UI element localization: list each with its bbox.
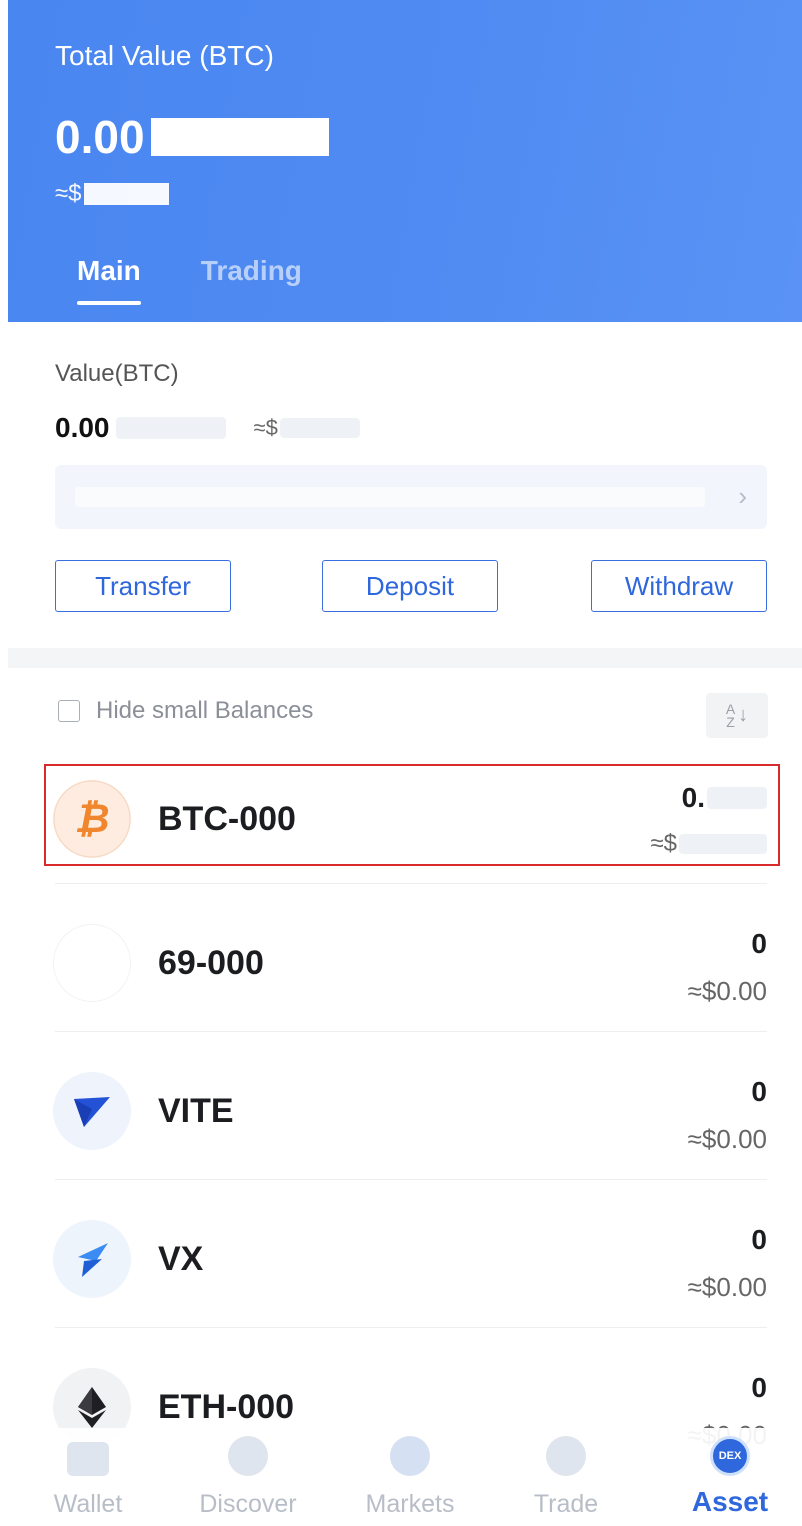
tab-asset[interactable]: DEX Asset [660,1436,800,1518]
asset-name: ETH-000 [158,1388,295,1426]
asset-amount: 0 [751,1076,767,1107]
list-item-vx[interactable]: VX 0 ≈$0.00 [0,1198,802,1328]
chevron-right-icon: › [738,481,747,511]
hide-small-balances[interactable]: Hide small Balances [58,697,313,725]
transfer-button[interactable]: Transfer [55,560,231,612]
row-divider [55,883,767,884]
redacted-usd [83,183,169,205]
tab-discover-label: Discover [199,1490,297,1518]
vx-icon [53,1220,131,1298]
sub-usd-prefix: ≈$ [253,415,278,440]
notice-text-placeholder [75,487,705,507]
tab-markets[interactable]: Markets [340,1436,480,1519]
tab-trading[interactable]: Trading [201,255,302,305]
list-item-vite[interactable]: VITE 0 ≈$0.00 [0,1050,802,1180]
sub-usd-value: ≈$ [254,415,360,441]
total-value-title: Total Value (BTC) [55,40,274,71]
withdraw-button[interactable]: Withdraw [591,560,767,612]
dex-icon: DEX [710,1436,750,1476]
tab-discover[interactable]: Discover [178,1436,318,1519]
notice-banner[interactable]: › [55,465,767,529]
total-usd-prefix: ≈$ [55,180,82,207]
tab-markets-label: Markets [365,1490,455,1518]
redacted-sub-value [115,417,226,439]
asset-amount: 0 [751,1224,767,1255]
vite-icon [53,1072,131,1150]
bottom-tab-bar: Wallet Discover Markets Trade DEX Asset [0,1428,802,1526]
tab-wallet-label: Wallet [53,1490,123,1518]
highlight-box [44,764,780,866]
list-item-69[interactable]: 69-000 0 ≈$0.00 [0,902,802,1032]
wallet-icon [67,1442,109,1476]
sort-az-icon[interactable]: AZ ↓ [706,693,768,738]
redacted-value [150,118,329,156]
total-usd-value: ≈$ [55,180,169,208]
asset-usd: ≈$0.00 [687,1272,767,1302]
sub-value-row: 0.00 ≈$ [55,412,360,444]
planet-icon [228,1436,268,1476]
row-divider [55,1031,767,1032]
deposit-button[interactable]: Deposit [322,560,498,612]
sub-value-label: Value(BTC) [55,360,179,387]
sub-value-number: 0.00 [55,412,110,443]
redacted-sub-usd [279,418,360,438]
asset-usd: ≈$0.00 [687,976,767,1006]
asset-name: VITE [158,1092,234,1130]
asset-name: 69-000 [158,944,264,982]
asset-amount: 0 [751,928,767,959]
section-divider [8,648,802,668]
row-divider [55,1179,767,1180]
asset-usd: ≈$0.00 [687,1124,767,1154]
row-divider [55,1327,767,1328]
hide-small-checkbox[interactable] [58,700,80,722]
account-tabs: Main Trading [55,255,302,305]
tab-trade[interactable]: Trade [496,1436,636,1519]
hide-small-label: Hide small Balances [96,697,314,724]
trade-icon [546,1436,586,1476]
blank-coin-icon [53,924,131,1002]
tab-asset-label: Asset [691,1486,769,1517]
tab-wallet[interactable]: Wallet [18,1436,158,1519]
total-value-number: 0.00 [55,111,145,163]
asset-name: VX [158,1240,204,1278]
markets-icon [390,1436,430,1476]
total-value-amount: 0.00 [55,110,329,164]
tab-trade-label: Trade [533,1490,599,1518]
total-value-header: Total Value (BTC) 0.00 ≈$ Main Trading [8,0,802,322]
tab-main[interactable]: Main [77,255,141,305]
asset-amount: 0 [751,1372,767,1403]
